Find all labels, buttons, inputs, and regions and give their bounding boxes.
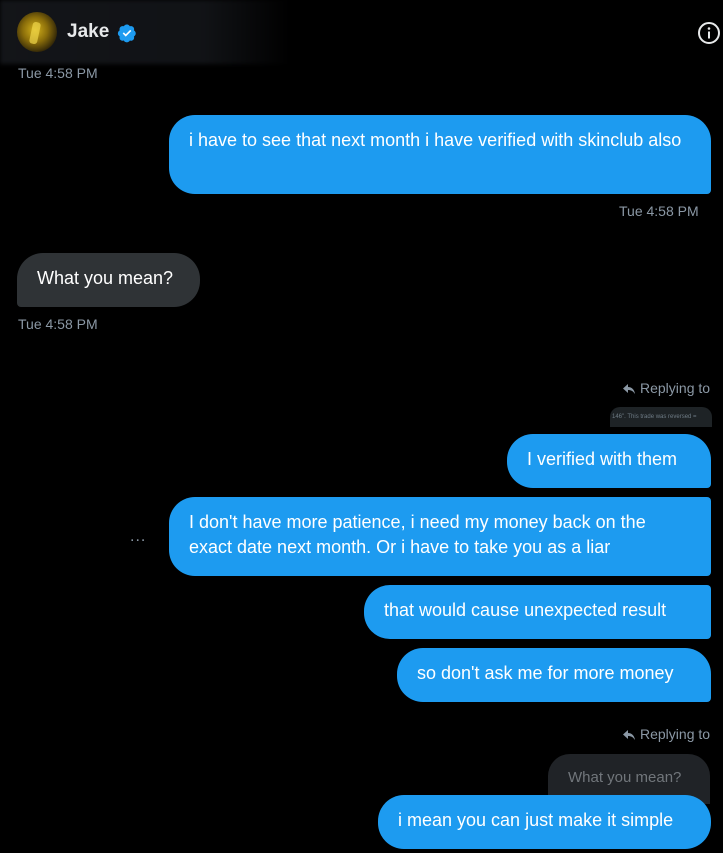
verified-badge-icon xyxy=(117,24,136,43)
info-icon[interactable] xyxy=(697,21,721,45)
reply-arrow-icon xyxy=(623,384,635,394)
outgoing-message[interactable]: i have to see that next month i have ver… xyxy=(169,115,711,194)
timestamp: Tue 4:58 PM xyxy=(18,65,98,81)
reply-arrow-icon xyxy=(623,730,635,740)
outgoing-message[interactable]: I don't have more patience, i need my mo… xyxy=(169,497,711,576)
outgoing-message[interactable]: so don't ask me for more money xyxy=(397,648,711,702)
replying-to-label: Replying to xyxy=(623,726,710,742)
timestamp: Tue 4:58 PM xyxy=(18,316,98,332)
incoming-message[interactable]: What you mean? xyxy=(17,253,200,307)
outgoing-message[interactable]: I verified with them xyxy=(507,434,711,488)
conversation-header: Jake xyxy=(0,0,723,64)
replying-to-label: Replying to xyxy=(623,380,710,396)
avatar[interactable] xyxy=(17,12,57,52)
contact-name[interactable]: Jake xyxy=(67,21,109,43)
timestamp: Tue 4:58 PM xyxy=(619,203,699,219)
outgoing-message[interactable]: that would cause unexpected result xyxy=(364,585,711,639)
outgoing-message[interactable]: i mean you can just make it simple xyxy=(378,795,711,849)
replying-to-text: Replying to xyxy=(640,726,711,742)
more-options-icon[interactable]: ... xyxy=(130,528,146,546)
quoted-image-preview[interactable]: 146". This trade was reversed = xyxy=(610,407,712,427)
replying-to-text: Replying to xyxy=(640,380,711,396)
